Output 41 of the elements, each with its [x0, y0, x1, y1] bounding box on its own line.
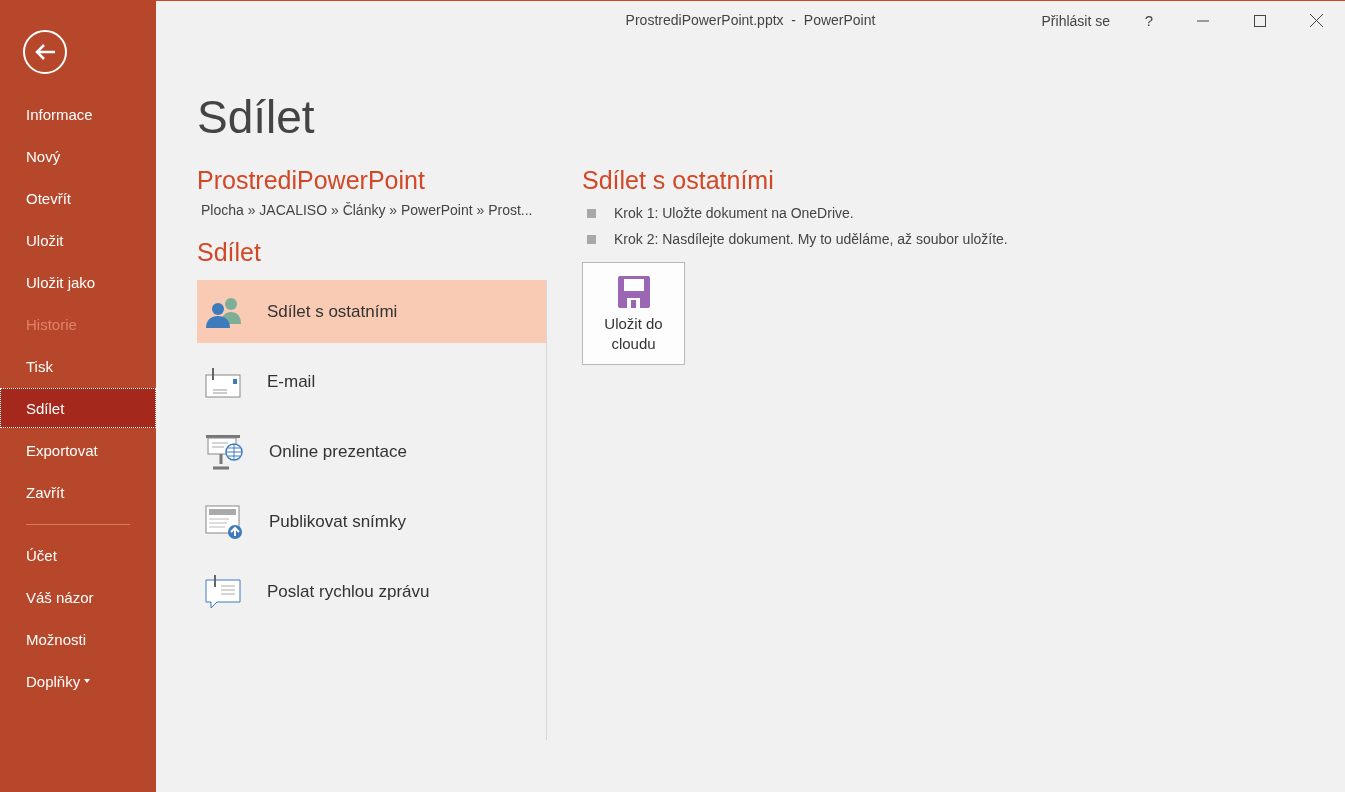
share-option[interactable]: Poslat rychlou zprávu: [197, 560, 546, 623]
document-name: ProstrediPowerPoint: [197, 165, 426, 196]
back-arrow-icon: [34, 43, 56, 61]
section-heading: Sdílet: [197, 237, 262, 268]
menu-item[interactable]: Informace: [0, 94, 156, 134]
menu-item[interactable]: Uložit jako: [0, 262, 156, 302]
menu-item[interactable]: Váš názor: [0, 577, 156, 617]
back-button[interactable]: [23, 30, 67, 74]
menu-item[interactable]: Uložit: [0, 220, 156, 260]
menu-item[interactable]: Účet: [0, 535, 156, 575]
bullet-icon: [587, 234, 596, 244]
document-path: Plocha » JACALISO » Články » PowerPoint » Prost...: [201, 202, 534, 218]
menu-item[interactable]: Sdílet: [0, 388, 156, 428]
menu-item[interactable]: Doplňky: [0, 661, 156, 701]
sign-in-link[interactable]: Přihlásit se: [1027, 1, 1124, 40]
chat-bubble-icon: [205, 573, 243, 610]
share-option[interactable]: Publikovat snímky: [197, 490, 546, 553]
menu-item[interactable]: Možnosti: [0, 619, 156, 659]
page-title: Sdílet: [197, 90, 316, 145]
close-icon: [1310, 14, 1323, 27]
detail-heading: Sdílet s ostatními: [582, 165, 775, 196]
maximize-icon: [1253, 14, 1266, 27]
minimize-icon: [1196, 19, 1209, 22]
bullet-icon: [587, 208, 596, 218]
slides-upload-icon: [205, 503, 245, 540]
menu-item[interactable]: Zavřít: [0, 472, 156, 512]
menu-item[interactable]: Nový: [0, 136, 156, 176]
save-to-cloud-button[interactable]: Uložit do cloudu: [582, 262, 685, 365]
step-text: Krok 2: Nasdílejte dokument. My to uděláme, až soubor uložíte.: [614, 231, 1008, 247]
share-option[interactable]: Sdílet s ostatními: [197, 280, 546, 343]
menu-item[interactable]: Otevřít: [0, 178, 156, 218]
people-icon: [205, 295, 243, 328]
window-title: ProstrediPowerPoint.pptx - PowerPoint: [625, 12, 876, 28]
envelope-icon: [205, 365, 243, 398]
menu-item[interactable]: Tisk: [0, 346, 156, 386]
share-option[interactable]: E-mail: [197, 350, 546, 413]
menu-item[interactable]: Exportovat: [0, 430, 156, 470]
help-button[interactable]: ?: [1124, 1, 1174, 40]
presentation-globe-icon: [205, 433, 245, 470]
step-text: Krok 1: Uložte dokument na OneDrive.: [614, 205, 854, 221]
share-option[interactable]: Online prezentace: [197, 420, 546, 483]
